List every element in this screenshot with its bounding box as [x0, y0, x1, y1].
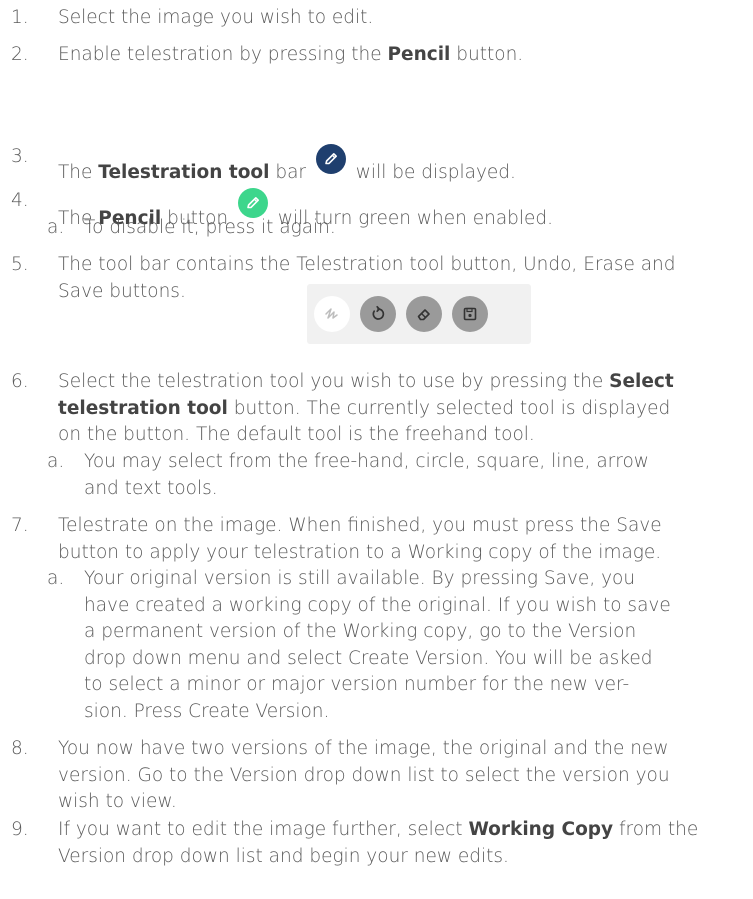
step-number: 8.	[11, 738, 29, 759]
step-number: 1.	[11, 7, 29, 28]
freehand-tool-icon	[314, 296, 350, 332]
step-number: 2.	[11, 44, 29, 65]
telestration-tool-label: telestration tool	[58, 397, 228, 419]
telestration-toolbar-image	[307, 284, 531, 344]
step-text-line: You now have two versions of the image, …	[58, 738, 669, 759]
step-number: 7.	[11, 515, 29, 536]
substep-text-line: a permanent version of the Working copy,…	[84, 621, 637, 642]
step-7: 7. Telestrate on the image. When finishe…	[11, 513, 747, 566]
step-text-line: Version drop down list and begin your ne…	[58, 845, 509, 867]
working-copy-label: Working Copy	[468, 819, 614, 840]
substep-letter: a.	[47, 568, 65, 589]
substep-text: To disable it, press it again.	[84, 217, 336, 238]
step-number: 4.	[11, 190, 29, 211]
substep-4a: a. To disable it, press it again.	[47, 215, 747, 242]
substep-text: Your original version is still available…	[84, 566, 747, 725]
step-2: 2. Enable telestration by pressing the P…	[11, 42, 747, 69]
step-text: Select the image you wish to edit.	[58, 7, 374, 28]
step-text: Enable telestration by pressing the Penc…	[58, 42, 747, 69]
step-9: 9. If you want to edit the image further…	[11, 817, 747, 870]
pencil-label: Pencil	[387, 44, 451, 65]
step-text-line: Telestrate on the image. When finished, …	[58, 515, 662, 536]
substep-text-line: Your original version is still available…	[84, 568, 636, 589]
step-text: You now have two versions of the image, …	[58, 736, 747, 816]
step-text-part: button.	[450, 44, 524, 65]
step-6: 6. Select the telestration tool you wish…	[11, 369, 747, 449]
step-text: The Telestration tool bar will be displa…	[58, 144, 747, 187]
substep-7a: a. Your original version is still availa…	[47, 566, 747, 725]
step-text-line: on the button. The default tool is the f…	[58, 424, 535, 445]
telestration-tool-label: Telestration tool	[98, 162, 270, 183]
substep-text-line: have created a working copy of the origi…	[84, 594, 671, 616]
undo-icon	[360, 296, 396, 332]
substep-text-line: to select a minor or major version numbe…	[84, 674, 630, 695]
substep-text-line: drop down menu and select Create Version…	[84, 647, 653, 669]
substep-text: You may select from the free-hand, circl…	[84, 449, 747, 502]
step-text-line: If you want to edit the image further, s…	[58, 817, 747, 844]
step-text-part: Enable telestration by pressing the	[58, 44, 388, 65]
step-text-part: Select the telestration tool you wish to…	[58, 371, 610, 392]
step-text-part: button. The currently selected tool is d…	[227, 397, 671, 419]
step-text-part: from the	[613, 819, 699, 840]
step-text: Telestrate on the image. When finished, …	[58, 513, 747, 566]
step-text-line: version. Go to the Version drop down lis…	[58, 764, 670, 786]
step-number: 9.	[11, 819, 29, 840]
step-text-line: The tool bar contains the Telestration t…	[58, 254, 676, 275]
pencil-enabled-icon	[238, 188, 269, 218]
step-text-line: button to apply your telestration to a W…	[58, 541, 662, 563]
step-8: 8. You now have two versions of the imag…	[11, 736, 747, 816]
substep-letter: a.	[47, 451, 65, 472]
step-1: 1. Select the image you wish to edit.	[11, 5, 747, 32]
step-number: 5.	[11, 254, 29, 275]
substep-6a: a. You may select from the free-hand, ci…	[47, 449, 747, 502]
step-number: 3.	[11, 146, 29, 167]
substep-text-line: and text tools.	[84, 477, 218, 499]
step-number: 6.	[11, 371, 29, 392]
substep-text-line: You may select from the free-hand, circl…	[84, 451, 649, 472]
select-label: Select	[609, 371, 674, 392]
step-text-part: bar	[269, 162, 312, 183]
instructions-document: 1. Select the image you wish to edit. 2.…	[0, 0, 753, 899]
step-text-line: wish to view.	[58, 791, 177, 812]
save-icon	[452, 296, 488, 332]
step-text-line: telestration tool button. The currently …	[58, 396, 747, 423]
erase-icon	[406, 296, 442, 332]
step-3: 3. The Telestration tool bar will be dis…	[11, 144, 747, 187]
substep-letter: a.	[47, 217, 65, 238]
step-text-part: The	[58, 162, 99, 183]
step-text-part: will be displayed.	[349, 162, 516, 183]
step-text: Select the telestration tool you wish to…	[58, 369, 747, 449]
step-text: If you want to edit the image further, s…	[58, 817, 747, 870]
substep-text-line: sion. Press Create Version.	[84, 700, 330, 722]
telestration-bar-pencil-icon	[315, 144, 346, 174]
step-text-part: If you want to edit the image further, s…	[58, 819, 469, 840]
step-text-line: Select the telestration tool you wish to…	[58, 369, 747, 396]
